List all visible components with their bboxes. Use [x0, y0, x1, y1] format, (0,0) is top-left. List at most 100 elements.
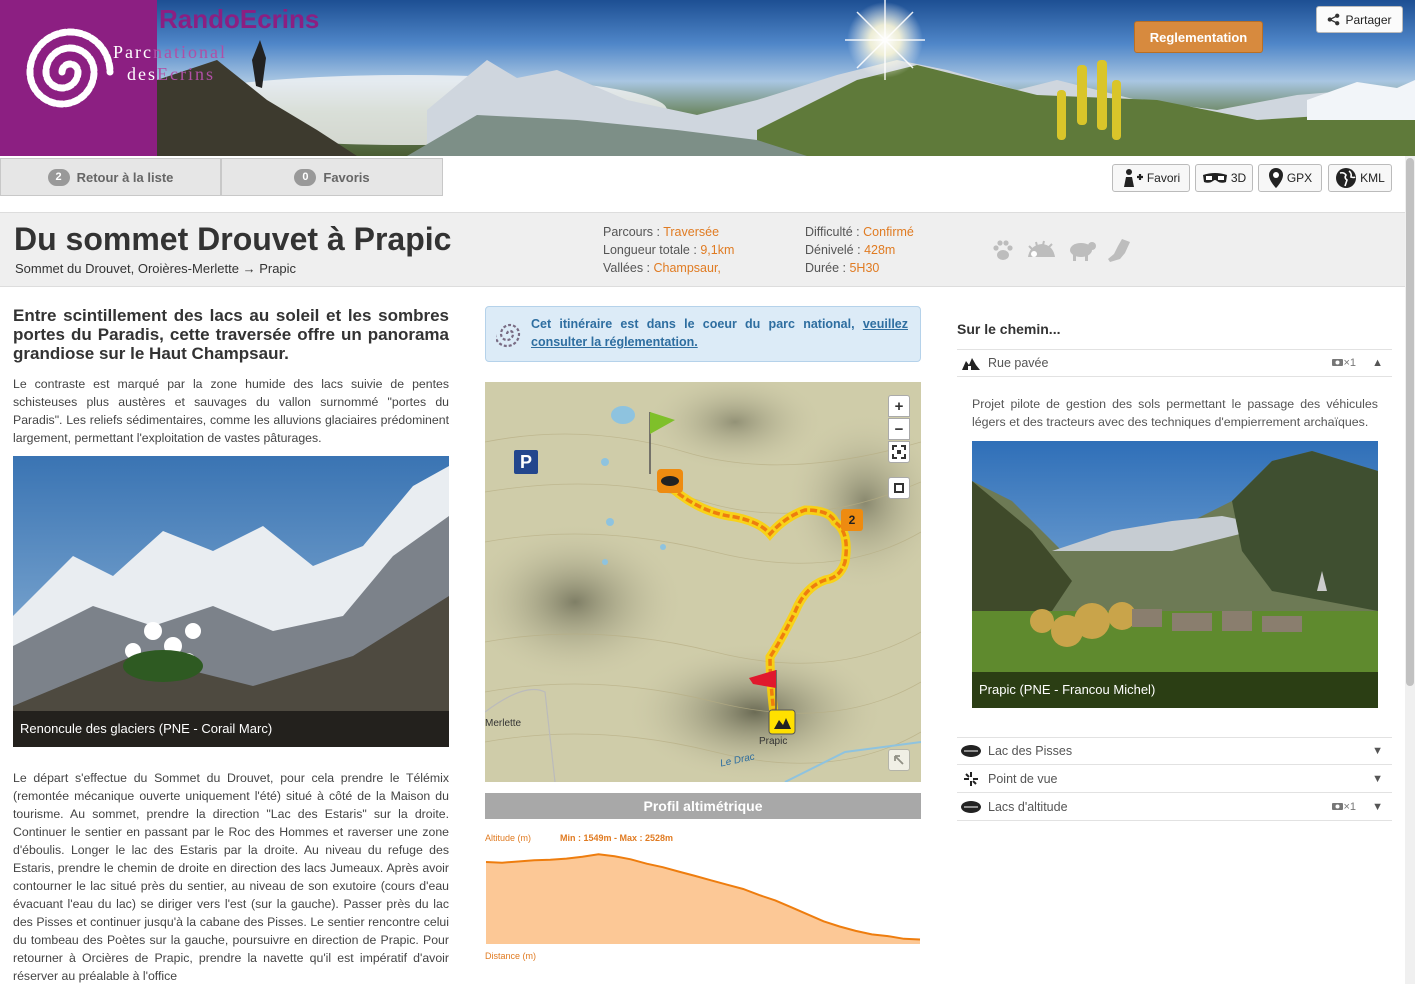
poi-photo[interactable]: Prapic (PNE - Francou Michel)	[972, 441, 1378, 708]
layer-switcher-button[interactable]	[888, 477, 910, 499]
fullscreen-icon	[892, 445, 906, 459]
gpx-download-button[interactable]: GPX	[1258, 164, 1322, 192]
expand-arrow-icon	[894, 755, 904, 765]
map-label-merlette: Merlette	[485, 718, 522, 729]
difficulte-label: Difficulté :	[805, 225, 860, 239]
poi-label: Point de vue	[988, 771, 1058, 786]
add-favorite-label: Favori	[1146, 171, 1181, 185]
share-icon	[1328, 13, 1340, 26]
trek-map[interactable]: P 2 Merlette Prapic Le Drac + −	[485, 382, 921, 782]
photo-count-value: ×1	[1343, 357, 1356, 369]
share-button[interactable]: Partager	[1316, 6, 1403, 33]
fullscreen-button[interactable]	[888, 441, 910, 463]
add-favorite-icon	[1123, 169, 1143, 187]
park-name-line1: Parcnational	[113, 42, 227, 63]
vallees-value[interactable]: Champsaur,	[654, 261, 721, 275]
spiral-logo-icon	[26, 28, 114, 108]
glacier-buttercup-image	[13, 456, 449, 747]
trek-steps: Le départ s'effectue du Sommet du Drouve…	[13, 771, 449, 983]
poi-label: Lacs d'altitude	[988, 799, 1068, 814]
favorites-count-badge: 0	[294, 168, 317, 186]
share-label: Partager	[1345, 12, 1392, 27]
page-title: Du sommet Drouvet à Prapic	[14, 221, 452, 257]
park-name-line2: desEcrins	[127, 64, 215, 85]
vallees-label: Vallées :	[603, 261, 651, 275]
camera-icon	[1332, 802, 1344, 810]
trek-navbar: 2 Retour à la liste 0 Favoris Favori 3D …	[0, 156, 1415, 212]
favorites-tab[interactable]: 0 Favoris	[221, 158, 443, 196]
paw-icon[interactable]	[990, 237, 1016, 263]
arrival-village-marker[interactable]	[768, 709, 796, 735]
park-word: Ecrins	[157, 64, 215, 84]
viewpoint-icon	[960, 771, 982, 787]
poi-item-lacs-altitude[interactable]: Lacs d'altitude ×1 ▼	[957, 793, 1392, 821]
trek-photo[interactable]: Renoncule des glaciers (PNE - Corail Mar…	[13, 456, 449, 747]
park-word: national	[152, 42, 227, 62]
parcours-label: Parcours :	[603, 225, 660, 239]
trek-intro: Le contraste est marqué par la zone humi…	[13, 377, 449, 445]
trek-info-column-2: Difficulté : Confirmé Dénivelé : 428m Du…	[805, 223, 914, 277]
gpx-label: GPX	[1286, 171, 1313, 185]
page-scrollbar[interactable]	[1405, 156, 1415, 984]
map-label-prapic: Prapic	[759, 736, 788, 747]
results-count-badge: 2	[47, 168, 70, 186]
reglementation-button[interactable]: Reglementation	[1134, 21, 1263, 53]
elevation-profile-heading: Profil altimétrique	[485, 793, 921, 819]
poi-label: Rue pavée	[988, 356, 1049, 370]
trek-route: Sommet du Drouvet, Oroières-Merlette → P…	[15, 261, 297, 276]
boot-icon[interactable]	[1106, 237, 1132, 263]
map-pin-icon	[1268, 168, 1283, 188]
photo-caption: Renoncule des glaciers (PNE - Corail Mar…	[13, 711, 449, 747]
add-favorite-button[interactable]: Favori	[1112, 164, 1190, 192]
start-lake-marker[interactable]	[657, 469, 683, 493]
longueur-label: Longueur totale :	[603, 243, 697, 257]
distance-axis-label: Distance (m)	[485, 951, 537, 961]
lake-icon	[960, 744, 982, 758]
step-number: 2	[848, 513, 856, 527]
difficulte-value: Confirmé	[863, 225, 914, 239]
elevation-profile-chart[interactable]: Altitude (m) Min : 1549m - Max : 2528m D…	[485, 826, 921, 966]
view-3d-label: 3D	[1230, 171, 1247, 185]
longueur-value: 9,1km	[700, 243, 735, 257]
3d-glasses-icon	[1202, 173, 1227, 183]
zoom-out-button[interactable]: −	[888, 418, 910, 440]
altitude-minmax: Min : 1549m - Max : 2528m	[560, 833, 674, 843]
park-word: Parc	[113, 42, 153, 62]
brand-name[interactable]: RandoEcrins	[159, 4, 319, 35]
chevron-up-icon[interactable]: ▲	[1372, 357, 1383, 369]
parking-icon[interactable]: P	[514, 450, 538, 474]
denivele-label: Dénivelé :	[805, 243, 861, 257]
parcours-value: Traversée	[663, 225, 720, 239]
poi-item-lac-des-pisses[interactable]: Lac des Pisses ▼	[957, 737, 1392, 765]
chevron-down-icon[interactable]: ▼	[1372, 773, 1383, 785]
chevron-down-icon[interactable]: ▼	[1372, 801, 1383, 813]
chevron-down-icon[interactable]: ▼	[1372, 745, 1383, 757]
denivele-value: 428m	[864, 243, 896, 257]
kml-label: KML	[1360, 171, 1385, 185]
trek-description-column: Entre scintillement des lacs au soleil e…	[13, 306, 449, 985]
sheep-icon[interactable]	[1066, 237, 1096, 263]
header-banner: RandoEcrins Parcnational desEcrins Regle…	[0, 0, 1415, 156]
poi-item-rue-pavee[interactable]: Rue pavée ×1 ▲	[957, 349, 1392, 377]
village-icon	[960, 355, 982, 371]
back-to-list-label: Retour à la liste	[76, 169, 174, 185]
lake-icon	[960, 800, 982, 814]
park-word: des	[127, 64, 157, 84]
square-icon	[894, 483, 904, 493]
poi-item-point-de-vue[interactable]: Point de vue ▼	[957, 765, 1392, 793]
scrollbar-thumb[interactable]	[1406, 158, 1414, 686]
trek-header: Du sommet Drouvet à Prapic Sommet du Dro…	[0, 212, 1415, 287]
duree-value: 5H30	[849, 261, 880, 275]
park-spiral-icon	[496, 323, 521, 348]
zoom-in-button[interactable]: +	[888, 395, 910, 417]
kml-download-button[interactable]: KML	[1328, 164, 1392, 192]
camera-icon	[1332, 359, 1344, 366]
topographic-map	[485, 382, 921, 782]
back-to-list-tab[interactable]: 2 Retour à la liste	[0, 158, 221, 196]
view-3d-button[interactable]: 3D	[1195, 164, 1253, 192]
photo-caption: Prapic (PNE - Francou Michel)	[972, 672, 1378, 708]
minimap-toggle-button[interactable]	[888, 749, 910, 771]
theme-icons	[990, 237, 1132, 263]
hedgehog-icon[interactable]	[1026, 237, 1056, 263]
notice-text: Cet itinéraire est dans le coeur du parc…	[531, 317, 855, 331]
